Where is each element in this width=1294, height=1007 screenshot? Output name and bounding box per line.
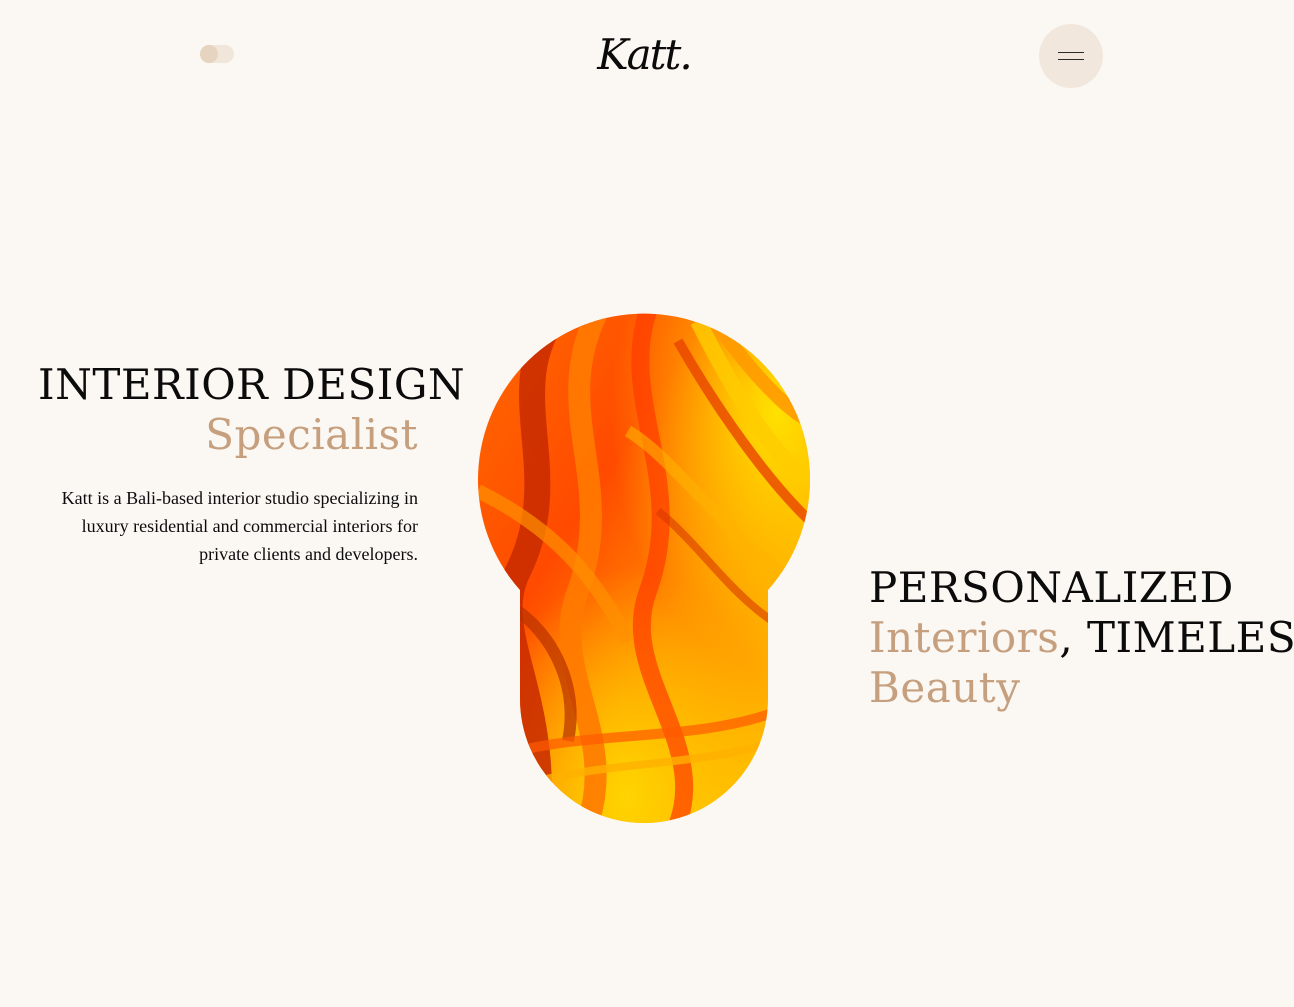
hero-title-line1: INTERIOR DESIGN bbox=[38, 360, 466, 409]
feature-title-rest: TIMELESS bbox=[1087, 613, 1294, 662]
hero-right: PERSONALIZED Interiors, TIMELESS Beauty bbox=[869, 563, 1294, 713]
toggle-knob bbox=[200, 45, 218, 63]
intro-text: Katt is a Bali-based interior studio spe… bbox=[61, 488, 418, 564]
feature-title-separator: , bbox=[1059, 613, 1074, 662]
feature-title-line3: Beauty bbox=[869, 663, 1021, 712]
hero-left: INTERIOR DESIGN Specialist Katt is a Bal… bbox=[38, 360, 466, 586]
menu-button[interactable] bbox=[1039, 24, 1103, 88]
feature-title-line1: PERSONALIZED bbox=[869, 563, 1234, 612]
feature-title-accent: Interiors bbox=[869, 613, 1060, 662]
feature-title-line2: Interiors, TIMELESS bbox=[869, 613, 1294, 663]
theme-toggle[interactable] bbox=[200, 45, 234, 63]
hero-artwork bbox=[478, 313, 810, 823]
hero-title-line2: Specialist bbox=[205, 410, 418, 459]
logo[interactable]: Katt. bbox=[596, 28, 693, 82]
